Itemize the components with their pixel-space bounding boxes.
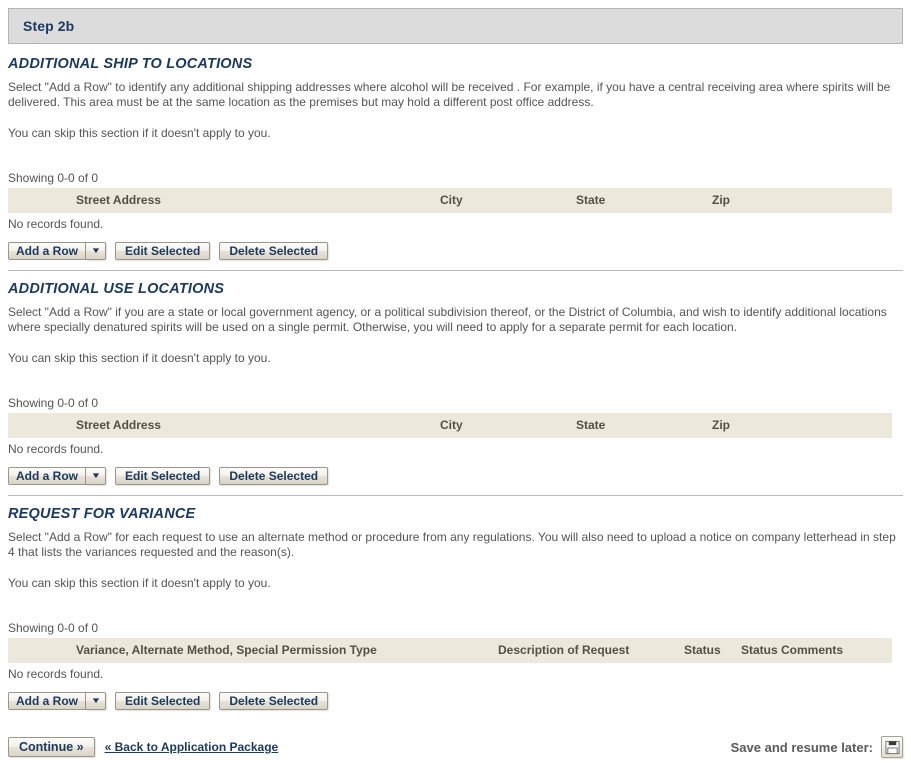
chevron-down-icon: ▼ — [90, 246, 101, 255]
page-title: Step 2b — [23, 18, 75, 34]
section-additional-ship-to-locations: ADDITIONAL SHIP TO LOCATIONS Select "Add… — [8, 56, 903, 260]
delete-selected-button[interactable]: Delete Selected — [219, 692, 329, 710]
record-count-label: Showing 0-0 of 0 — [8, 171, 99, 185]
section-skip-note: You can skip this section if it doesn't … — [8, 126, 271, 140]
column-header-city: City — [440, 413, 576, 438]
records-table: Variance, Alternate Method, Special Perm… — [8, 638, 892, 663]
step-header-bar: Step 2b — [8, 8, 903, 44]
back-to-application-package-link[interactable]: « Back to Application Package — [105, 740, 279, 754]
floppy-disk-icon — [884, 740, 900, 754]
section-description: Select "Add a Row" to identify any addit… — [8, 80, 891, 109]
column-header-state: State — [576, 413, 712, 438]
chevron-down-icon: ▼ — [90, 471, 101, 480]
delete-selected-button[interactable]: Delete Selected — [219, 242, 329, 260]
add-row-split-button[interactable]: Add a Row ▼ — [8, 467, 106, 485]
delete-selected-button[interactable]: Delete Selected — [219, 467, 329, 485]
page-content: ADDITIONAL SHIP TO LOCATIONS Select "Add… — [0, 56, 911, 710]
table-header-row: Street Address City State Zip — [8, 188, 892, 213]
empty-state-message: No records found. — [8, 667, 104, 681]
continue-button[interactable]: Continue » — [8, 737, 95, 757]
record-count-label: Showing 0-0 of 0 — [8, 396, 99, 410]
save-and-resume-label: Save and resume later: — [730, 739, 873, 755]
section-divider — [8, 495, 903, 496]
footer-right-group: Save and resume later: — [731, 736, 903, 758]
footer-left-group: Continue » « Back to Application Package — [8, 737, 278, 757]
edit-selected-button[interactable]: Edit Selected — [115, 692, 211, 710]
add-row-button[interactable]: Add a Row — [8, 692, 86, 710]
records-table: Street Address City State Zip — [8, 188, 892, 213]
section-request-for-variance: REQUEST FOR VARIANCE Select "Add a Row" … — [8, 506, 903, 710]
column-header-state: State — [576, 188, 712, 213]
section-title: REQUEST FOR VARIANCE — [8, 506, 196, 522]
table-header-row: Variance, Alternate Method, Special Perm… — [8, 638, 892, 663]
add-row-button[interactable]: Add a Row — [8, 242, 86, 260]
column-header-street-address: Street Address — [8, 413, 440, 438]
section-divider — [8, 270, 903, 271]
add-row-split-button[interactable]: Add a Row ▼ — [8, 242, 106, 260]
column-header-status-comments: Status Comments — [741, 638, 892, 663]
add-row-dropdown-button[interactable]: ▼ — [86, 242, 106, 260]
table-actions-toolbar: Add a Row ▼ Edit Selected Delete Selecte… — [8, 692, 903, 710]
section-skip-note: You can skip this section if it doesn't … — [8, 576, 271, 590]
table-header-row: Street Address City State Zip — [8, 413, 892, 438]
save-and-resume-button[interactable] — [881, 736, 903, 758]
column-header-zip: Zip — [712, 413, 892, 438]
section-title: ADDITIONAL SHIP TO LOCATIONS — [8, 56, 253, 72]
section-skip-note: You can skip this section if it doesn't … — [8, 351, 271, 365]
edit-selected-button[interactable]: Edit Selected — [115, 242, 211, 260]
table-actions-toolbar: Add a Row ▼ Edit Selected Delete Selecte… — [8, 467, 903, 485]
page-footer: Continue » « Back to Application Package… — [0, 736, 911, 758]
add-row-split-button[interactable]: Add a Row ▼ — [8, 692, 106, 710]
column-header-description-of-request: Description of Request — [498, 638, 684, 663]
column-header-zip: Zip — [712, 188, 892, 213]
add-row-dropdown-button[interactable]: ▼ — [86, 467, 106, 485]
record-count-label: Showing 0-0 of 0 — [8, 621, 99, 635]
empty-state-message: No records found. — [8, 217, 104, 231]
edit-selected-button[interactable]: Edit Selected — [115, 467, 211, 485]
records-table: Street Address City State Zip — [8, 413, 892, 438]
column-header-street-address: Street Address — [8, 188, 440, 213]
section-description: Select "Add a Row" for each request to u… — [8, 530, 896, 559]
chevron-down-icon: ▼ — [90, 696, 101, 705]
table-actions-toolbar: Add a Row ▼ Edit Selected Delete Selecte… — [8, 242, 903, 260]
section-additional-use-locations: ADDITIONAL USE LOCATIONS Select "Add a R… — [8, 281, 903, 485]
column-header-city: City — [440, 188, 576, 213]
column-header-status: Status — [684, 638, 741, 663]
section-description: Select "Add a Row" if you are a state or… — [8, 305, 887, 334]
add-row-dropdown-button[interactable]: ▼ — [86, 692, 106, 710]
add-row-button[interactable]: Add a Row — [8, 467, 86, 485]
empty-state-message: No records found. — [8, 442, 104, 456]
column-header-variance-type: Variance, Alternate Method, Special Perm… — [8, 638, 498, 663]
section-title: ADDITIONAL USE LOCATIONS — [8, 281, 225, 297]
